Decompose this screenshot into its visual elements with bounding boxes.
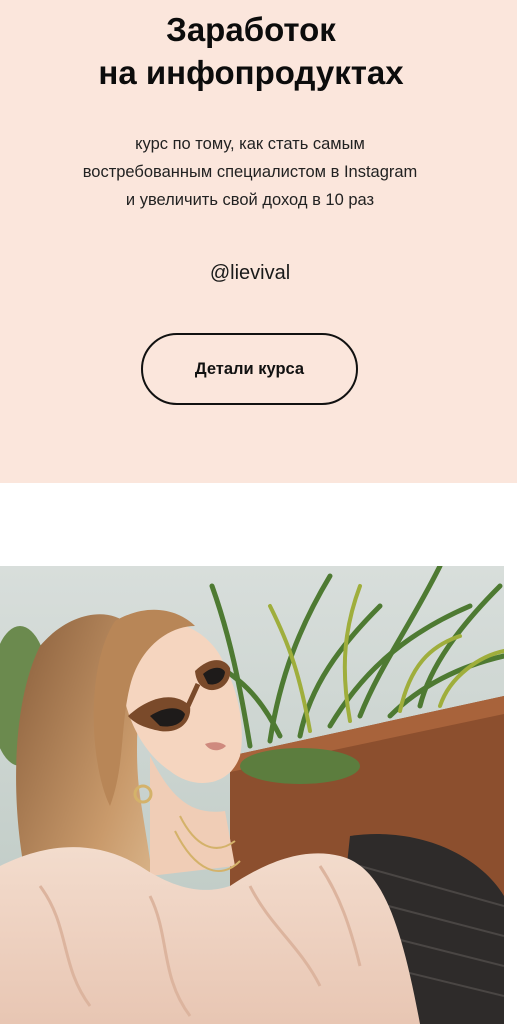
hero-section: Заработок на инфопродуктах курс по тому,… [0,0,517,483]
description-line-1: курс по тому, как стать самым [135,135,365,153]
instagram-handle: @lievival [209,262,291,284]
page-title: Заработок на инфопродуктах [0,8,502,94]
description-line-2: востребованным специалистом в Instagram [82,163,418,181]
title-line-1: Заработок [166,11,336,48]
title-line-2: на инфопродуктах [98,54,404,91]
author-photo [0,566,504,1024]
description-line-3: и увеличить свой доход в 10 раз [125,191,375,209]
course-description: курс по тому, как стать самым востребова… [0,130,500,214]
course-details-button[interactable]: Детали курса [141,333,358,405]
